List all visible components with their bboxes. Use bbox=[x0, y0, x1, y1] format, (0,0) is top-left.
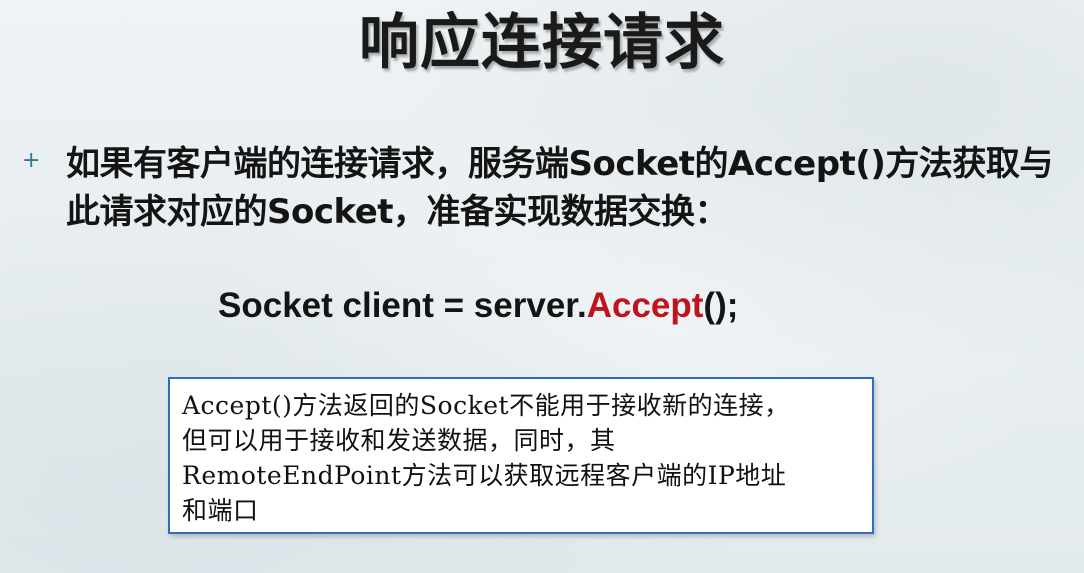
bullet-text: 如果有客户端的连接请求，服务端Socket的Accept()方法获取与此请求对应… bbox=[66, 144, 1053, 232]
note-line: 和端口 bbox=[182, 496, 259, 525]
slide-title: 响应连接请求 bbox=[359, 8, 725, 78]
note-line: 但可以用于接收和发送数据，同时，其 bbox=[182, 426, 616, 455]
note-text: Accept()方法返回的Socket不能用于接收新的连接， 但可以用于接收和发… bbox=[182, 388, 860, 528]
code-prefix: Socket client = server. bbox=[218, 286, 587, 325]
note-line: RemoteEndPoint方法可以获取远程客户端的IP地址 bbox=[182, 461, 787, 490]
code-highlight: Accept bbox=[586, 286, 704, 325]
note-line: Accept()方法返回的Socket不能用于接收新的连接， bbox=[182, 391, 790, 420]
note-box: Accept()方法返回的Socket不能用于接收新的连接， 但可以用于接收和发… bbox=[168, 377, 874, 534]
code-line: Socket client = server.Accept(); bbox=[218, 282, 738, 330]
plus-icon: + bbox=[22, 148, 41, 173]
code-suffix: (); bbox=[703, 286, 739, 325]
